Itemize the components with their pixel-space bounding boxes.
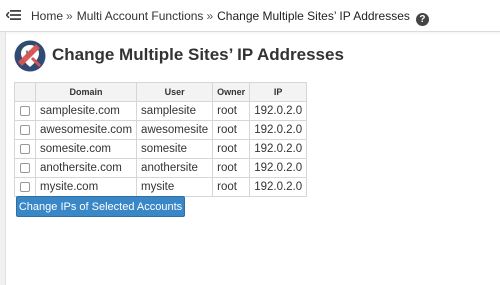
- domain-cell: awesomesite.com: [34, 120, 138, 140]
- domain-cell: samplesite.com: [34, 101, 138, 121]
- user-cell: somesite: [136, 139, 214, 159]
- table-row: somesite.com somesite root 192.0.2.0: [14, 139, 308, 159]
- breadcrumb-section-link[interactable]: Multi Account Functions: [77, 9, 204, 23]
- ip-cell: 192.0.2.0: [249, 158, 308, 178]
- domain-cell: mysite.com: [34, 177, 138, 197]
- breadcrumb: Home» Multi Account Functions» Change Mult…: [31, 8, 429, 26]
- change-ips-button[interactable]: Change IPs of Selected Accounts: [16, 196, 185, 217]
- domain-cell: somesite.com: [34, 139, 138, 159]
- user-cell: anothersite: [136, 158, 214, 178]
- ip-cell: 192.0.2.0: [249, 120, 308, 140]
- owner-cell: root: [212, 120, 251, 140]
- row-checkbox[interactable]: [20, 181, 30, 192]
- ip-address-icon: IP: [14, 40, 46, 72]
- owner-cell: root: [212, 139, 251, 159]
- page-title: Change Multiple Sites’ IP Addresses: [52, 45, 344, 64]
- header-ip[interactable]: IP: [249, 82, 308, 102]
- table-row: samplesite.com samplesite root 192.0.2.0: [14, 101, 308, 121]
- top-bar: Home» Multi Account Functions» Change Mult…: [0, 0, 500, 32]
- row-checkbox[interactable]: [20, 143, 30, 154]
- breadcrumb-home-link[interactable]: Home: [31, 9, 63, 23]
- owner-cell: root: [212, 101, 251, 121]
- table-row: anothersite.com anothersite root 192.0.2…: [14, 158, 308, 178]
- accounts-table: Domain User Owner IP samplesite.com samp…: [14, 82, 308, 197]
- user-cell: mysite: [136, 177, 214, 197]
- header-user[interactable]: User: [136, 82, 214, 102]
- table-row: awesomesite.com awesomesite root 192.0.2…: [14, 120, 308, 140]
- user-cell: samplesite: [136, 101, 214, 121]
- row-checkbox[interactable]: [20, 105, 30, 116]
- menu-toggle-icon[interactable]: [6, 8, 22, 22]
- owner-cell: root: [212, 177, 251, 197]
- domain-cell: anothersite.com: [34, 158, 138, 178]
- breadcrumb-current: Change Multiple Sites’ IP Addresses: [217, 9, 410, 23]
- sidebar-collapsed-strip: [0, 32, 6, 285]
- owner-cell: root: [212, 158, 251, 178]
- ip-cell: 192.0.2.0: [249, 139, 308, 159]
- header-owner[interactable]: Owner: [212, 82, 251, 102]
- row-checkbox[interactable]: [20, 124, 30, 135]
- table-row: mysite.com mysite root 192.0.2.0: [14, 177, 308, 197]
- row-checkbox[interactable]: [20, 162, 30, 173]
- breadcrumb-separator: »: [66, 9, 73, 23]
- table-header-row: Domain User Owner IP: [14, 82, 308, 102]
- breadcrumb-separator: »: [206, 9, 214, 23]
- ip-cell: 192.0.2.0: [249, 177, 308, 197]
- user-cell: awesomesite: [136, 120, 214, 140]
- help-icon[interactable]: ?: [415, 13, 429, 26]
- header-select: [14, 82, 36, 102]
- header-domain[interactable]: Domain: [34, 82, 138, 102]
- ip-cell: 192.0.2.0: [249, 101, 308, 121]
